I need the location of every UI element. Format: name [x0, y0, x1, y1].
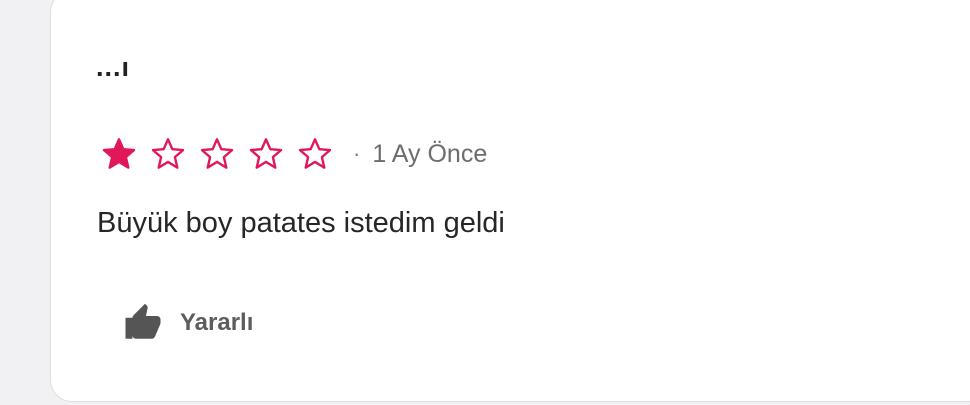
- helpful-button[interactable]: Yararlı: [122, 302, 253, 344]
- star-empty-icon: [200, 138, 234, 169]
- review-text: Büyük boy patates istedim geldi: [97, 207, 505, 239]
- reviewer-name: ...ı: [96, 52, 131, 82]
- rating-row: · 1 Ay Önce: [101, 134, 487, 174]
- thumbs-up-icon: [125, 303, 161, 339]
- star-empty-icon: [298, 138, 332, 169]
- star-empty-icon: [249, 138, 283, 169]
- star-empty-icon: [151, 138, 185, 169]
- separator-dot: ·: [353, 141, 361, 166]
- review-time: 1 Ay Önce: [372, 139, 488, 168]
- helpful-label: Yararlı: [180, 309, 254, 336]
- star-rating: [101, 136, 333, 172]
- star-filled-icon: [102, 138, 136, 169]
